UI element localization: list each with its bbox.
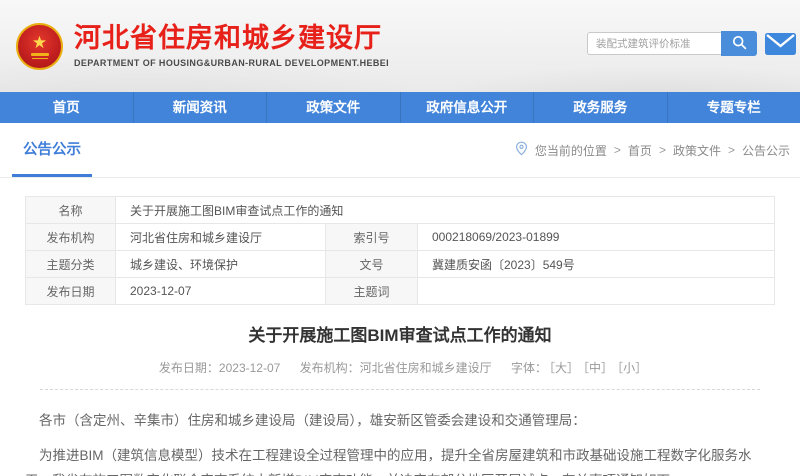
site-subtitle: DEPARTMENT OF HOUSING&URBAN-RURAL DEVELO…: [74, 58, 389, 68]
emblem-gate-icon: [31, 53, 49, 56]
dashed-divider: [40, 389, 760, 390]
breadcrumb: 您当前的位置 > 首页 > 政策文件 > 公告公示: [515, 141, 800, 159]
breadcrumb-home[interactable]: 首页: [628, 142, 652, 159]
info-value-keywords: [418, 278, 775, 305]
table-row: 发布日期 2023-12-07 主题词: [26, 278, 775, 305]
site-title: 河北省住房和城乡建设厅: [74, 24, 389, 54]
tab-announcements[interactable]: 公告公示: [12, 123, 92, 177]
mail-button[interactable]: [765, 33, 796, 55]
publisher: 发布机构：河北省住房和城乡建设厅: [300, 361, 492, 375]
search-input[interactable]: [587, 32, 721, 55]
table-row: 主题分类 城乡建设、环境保护 文号 冀建质安函〔2023〕549号: [26, 251, 775, 278]
breadcrumb-prefix: 您当前的位置: [535, 142, 607, 159]
section-bar: 公告公示 您当前的位置 > 首页 > 政策文件 > 公告公示: [0, 123, 800, 178]
font-size-label: 字体：: [511, 361, 547, 375]
info-label-category: 主题分类: [26, 251, 116, 278]
info-value-name: 关于开展施工图BIM审查试点工作的通知: [116, 197, 775, 224]
publish-date: 发布日期：2023-12-07: [159, 361, 280, 375]
article-title: 关于开展施工图BIM审查试点工作的通知: [25, 321, 775, 346]
search-button[interactable]: [721, 31, 757, 56]
info-value-publisher: 河北省住房和城乡建设厅: [116, 224, 326, 251]
document-info-table: 名称 关于开展施工图BIM审查试点工作的通知 发布机构 河北省住房和城乡建设厅 …: [25, 196, 775, 305]
nav-item-services[interactable]: 政务服务: [534, 92, 668, 123]
national-emblem-logo: ★: [16, 23, 63, 70]
site-header: ★ 河北省住房和城乡建设厅 DEPARTMENT OF HOUSING&URBA…: [0, 0, 800, 92]
table-row: 发布机构 河北省住房和城乡建设厅 索引号 000218069/2023-0189…: [26, 224, 775, 251]
info-value-date: 2023-12-07: [116, 278, 326, 305]
breadcrumb-separator: >: [728, 143, 735, 157]
breadcrumb-separator: >: [614, 143, 621, 157]
font-size-medium[interactable]: ［中］: [583, 361, 613, 375]
nav-item-news[interactable]: 新闻资讯: [134, 92, 268, 123]
site-title-block: 河北省住房和城乡建设厅 DEPARTMENT OF HOUSING&URBAN-…: [74, 24, 389, 68]
nav-item-gov-info[interactable]: 政府信息公开: [401, 92, 535, 123]
article-body: 各市（含定州、辛集市）住房和城乡建设局（建设局），雄安新区管委会建设和交通管理局…: [25, 408, 775, 476]
article-content: 名称 关于开展施工图BIM审查试点工作的通知 发布机构 河北省住房和城乡建设厅 …: [0, 178, 800, 476]
info-label-name: 名称: [26, 197, 116, 224]
table-row: 名称 关于开展施工图BIM审查试点工作的通知: [26, 197, 775, 224]
info-label-publisher: 发布机构: [26, 224, 116, 251]
nav-item-policy[interactable]: 政策文件: [267, 92, 401, 123]
font-size-small[interactable]: ［小］: [617, 361, 647, 375]
paragraph-addressees: 各市（含定州、辛集市）住房和城乡建设局（建设局），雄安新区管委会建设和交通管理局…: [25, 408, 775, 434]
main-navigation: 首页 新闻资讯 政策文件 政府信息公开 政务服务 专题专栏: [0, 92, 800, 123]
search-icon: [732, 35, 747, 53]
info-label-date: 发布日期: [26, 278, 116, 305]
article-meta: 发布日期：2023-12-07 发布机构：河北省住房和城乡建设厅 字体：［大］ ［…: [25, 359, 775, 376]
emblem-star-icon: ★: [32, 34, 47, 51]
info-label-keywords: 主题词: [326, 278, 418, 305]
mail-icon: [765, 42, 796, 59]
breadcrumb-announcements[interactable]: 公告公示: [742, 142, 790, 159]
nav-item-special[interactable]: 专题专栏: [668, 92, 800, 123]
info-value-category: 城乡建设、环境保护: [116, 251, 326, 278]
paragraph-intro: 为推进BIM（建筑信息模型）技术在工程建设全过程管理中的应用，提升全省房屋建筑和…: [25, 443, 775, 476]
location-pin-icon: [515, 141, 528, 159]
search-box: [587, 31, 757, 56]
nav-item-home[interactable]: 首页: [0, 92, 134, 123]
breadcrumb-separator: >: [659, 143, 666, 157]
info-value-index: 000218069/2023-01899: [418, 224, 775, 251]
font-size-large[interactable]: ［大］: [549, 361, 579, 375]
info-label-doc-number: 文号: [326, 251, 418, 278]
info-label-index: 索引号: [326, 224, 418, 251]
breadcrumb-policy[interactable]: 政策文件: [673, 142, 721, 159]
info-value-doc-number: 冀建质安函〔2023〕549号: [418, 251, 775, 278]
